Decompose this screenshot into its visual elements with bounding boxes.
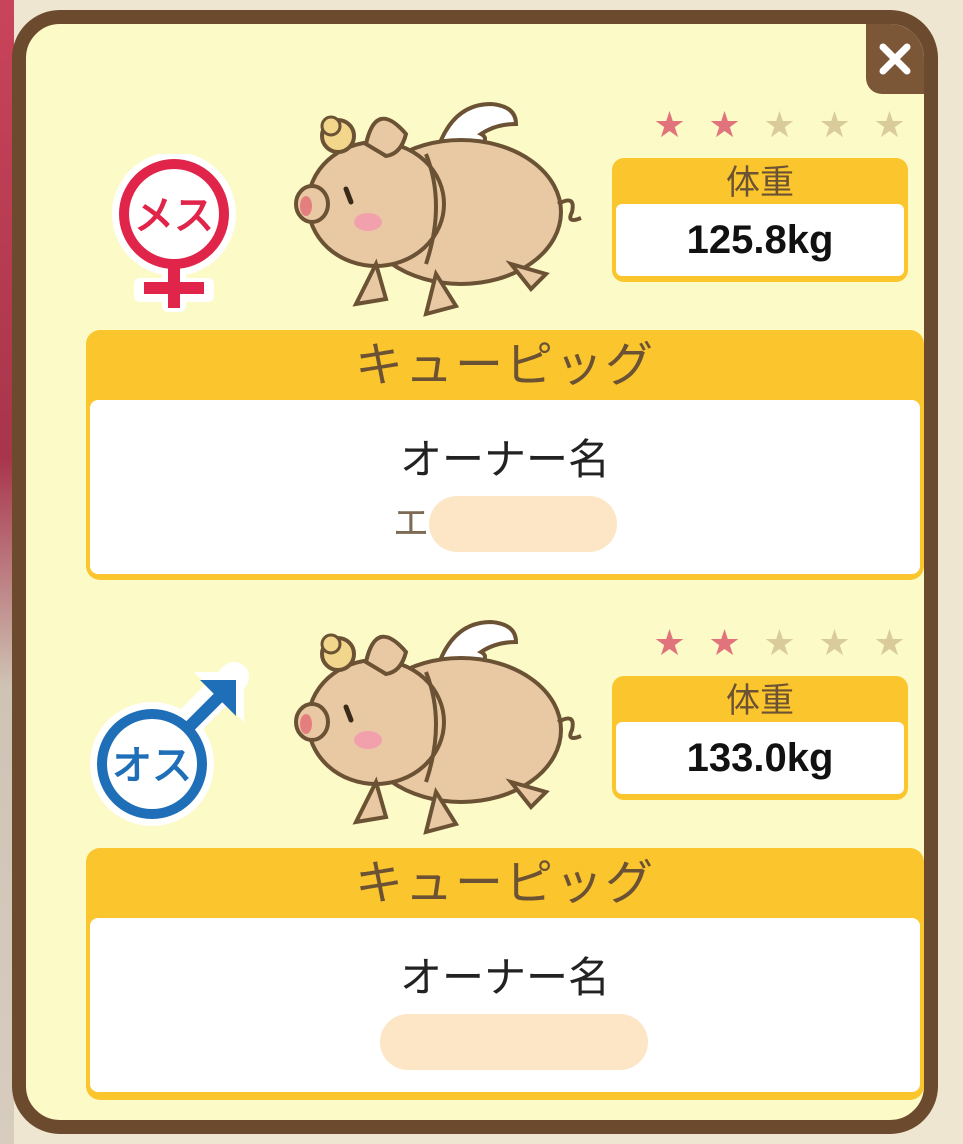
star-empty-icon: ★ — [818, 105, 851, 146]
weight-value: 125.8kg — [616, 204, 904, 276]
pig-info-panel: キューピッグ オーナー名 エ — [86, 330, 924, 580]
breed-name: キューピッグ — [354, 855, 655, 911]
weight-label: 体重 — [726, 163, 794, 203]
star-empty-icon: ★ — [763, 105, 796, 146]
pig-illustration — [276, 94, 596, 324]
gender-label: メス — [134, 193, 214, 239]
owner-name-redaction — [429, 496, 617, 552]
star-filled-icon: ★ — [653, 623, 686, 664]
pig-info-panel: キューピッグ オーナー名 — [86, 848, 924, 1100]
star-filled-icon: ★ — [653, 105, 686, 146]
close-button[interactable] — [866, 24, 924, 94]
pig-pair-dialog: メス ★ ★ ★ ★ ★ 体重 125.8kg キューピッグ オーナー名 エ オ… — [12, 10, 938, 1134]
owner-name-text: エ — [392, 503, 429, 544]
breed-name: キューピッグ — [354, 337, 655, 393]
star-empty-icon: ★ — [763, 623, 796, 664]
weight-box: 体重 133.0kg — [612, 676, 908, 800]
owner-name-redaction — [380, 1014, 648, 1070]
star-empty-icon: ★ — [873, 623, 906, 664]
star-filled-icon: ★ — [708, 623, 741, 664]
owner-name — [90, 1014, 920, 1070]
pig-illustration — [276, 612, 596, 842]
owner-section: オーナー名 — [90, 918, 920, 1092]
close-x-icon — [879, 43, 911, 75]
rating-stars: ★ ★ ★ ★ ★ — [646, 106, 913, 146]
owner-section: オーナー名 エ — [90, 400, 920, 574]
rating-stars: ★ ★ ★ ★ ★ — [646, 624, 913, 664]
owner-name: エ — [90, 496, 920, 552]
gender-label: オス — [112, 743, 192, 789]
weight-value: 133.0kg — [616, 722, 904, 794]
male-symbol-icon: オス — [84, 662, 254, 832]
star-empty-icon: ★ — [818, 623, 851, 664]
weight-label: 体重 — [726, 681, 794, 721]
female-symbol-icon: メス — [104, 152, 244, 314]
star-empty-icon: ★ — [873, 105, 906, 146]
star-filled-icon: ★ — [708, 105, 741, 146]
weight-box: 体重 125.8kg — [612, 158, 908, 282]
owner-label: オーナー名 — [399, 953, 610, 1002]
owner-label: オーナー名 — [399, 435, 610, 484]
